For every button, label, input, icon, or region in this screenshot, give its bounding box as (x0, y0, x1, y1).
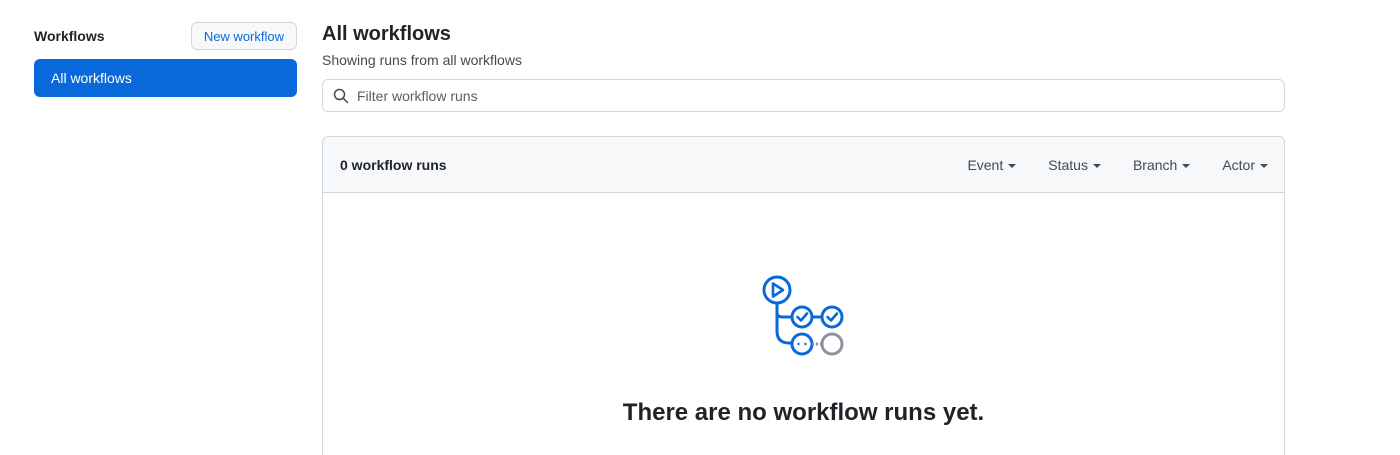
empty-state: There are no workflow runs yet. (323, 193, 1284, 455)
branch-filter-menu[interactable]: Branch (1132, 156, 1191, 173)
sidebar: Workflows New workflow All workflows (34, 22, 297, 97)
actions-page: Workflows New workflow All workflows All… (0, 0, 1400, 455)
chevron-down-icon (1092, 163, 1101, 168)
status-filter-menu[interactable]: Status (1048, 157, 1101, 173)
main-content: All workflows Showing runs from all work… (322, 22, 1285, 455)
chevron-down-icon (1008, 163, 1017, 168)
sidebar-item-all-workflows[interactable]: All workflows (34, 59, 297, 97)
sidebar-item-label: All workflows (51, 70, 132, 86)
menu-label: Status (1048, 156, 1088, 173)
filter-input[interactable] (357, 87, 1284, 104)
filter-menus: Event Status Branch Actor (935, 157, 1268, 173)
new-workflow-button[interactable]: New workflow (190, 22, 297, 50)
workflow-icon (759, 273, 851, 365)
runs-header: 0 workflow runs Event Status Branch Acto… (323, 137, 1284, 193)
menu-label: Branch (1132, 156, 1178, 173)
sidebar-header: Workflows New workflow (34, 22, 297, 50)
runs-count: 0 workflow runs (340, 156, 447, 173)
event-filter-menu[interactable]: Event (967, 156, 1017, 173)
page-title: All workflows (322, 23, 451, 45)
menu-label: Event (967, 156, 1004, 173)
workflow-runs-panel: 0 workflow runs Event Status Branch Acto… (322, 136, 1285, 455)
chevron-down-icon (1260, 163, 1268, 168)
filter-box[interactable] (322, 79, 1285, 112)
actor-filter-menu[interactable]: Actor (1222, 157, 1268, 173)
page-subtitle: Showing runs from all workflows (322, 52, 522, 68)
search-icon (333, 88, 349, 104)
empty-state-title: There are no workflow runs yet. (622, 399, 985, 426)
sidebar-title: Workflows (34, 28, 105, 44)
menu-label: Actor (1222, 156, 1255, 173)
chevron-down-icon (1182, 163, 1191, 168)
